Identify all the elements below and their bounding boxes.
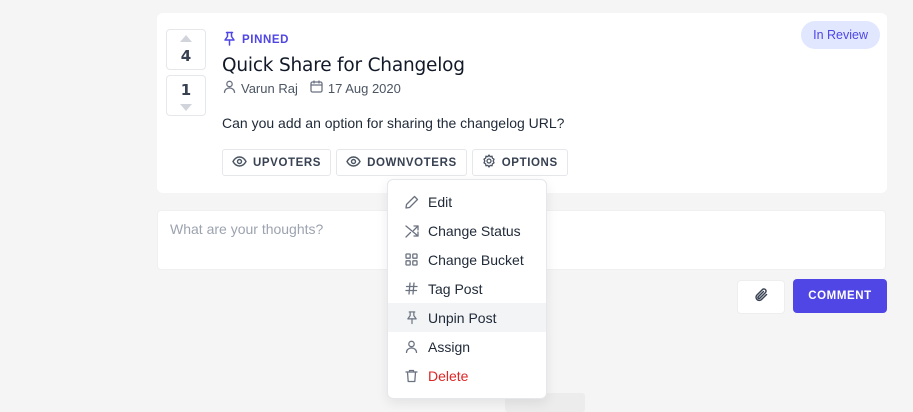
downvote-button[interactable]: 1 — [166, 75, 206, 116]
menu-item-label: Change Bucket — [428, 251, 524, 268]
menu-item-tag-post[interactable]: Tag Post — [388, 274, 546, 303]
post-meta: Varun Raj 17 Aug 2020 — [223, 80, 413, 96]
upvoters-label: UPVOTERS — [253, 156, 322, 169]
menu-item-delete[interactable]: Delete — [388, 361, 546, 390]
pin-icon — [404, 310, 419, 325]
calendar-icon — [310, 80, 323, 96]
pin-icon — [223, 31, 236, 49]
pencil-icon — [404, 194, 419, 209]
menu-item-label: Unpin Post — [428, 309, 497, 326]
downvoters-label: DOWNVOTERS — [367, 156, 457, 169]
post-action-bar: UPVOTERS DOWNVOTERS OPTIONS — [222, 149, 568, 176]
triangle-down-icon — [180, 103, 192, 111]
comment-submit-button[interactable]: COMMENT — [793, 279, 887, 313]
triangle-up-icon — [180, 34, 192, 42]
shuffle-icon — [404, 223, 419, 238]
post-date: 17 Aug 2020 — [327, 80, 401, 96]
menu-item-label: Tag Post — [428, 280, 483, 297]
post-card: 4 1 PINNED Quick Share for Changelog Var… — [157, 13, 887, 193]
status-badge[interactable]: In Review — [801, 21, 880, 49]
post-body: Can you add an option for sharing the ch… — [222, 115, 565, 131]
downvote-count: 1 — [180, 80, 192, 99]
upvoters-button[interactable]: UPVOTERS — [222, 149, 332, 176]
options-button[interactable]: OPTIONS — [471, 149, 568, 176]
menu-item-label: Assign — [428, 338, 471, 355]
user-icon — [223, 80, 236, 96]
eye-icon — [232, 155, 247, 170]
options-dropdown: Edit Change Status Change Bucket Tag Pos… — [387, 179, 547, 399]
user-icon — [404, 339, 419, 354]
author-meta: Varun Raj — [223, 80, 298, 96]
date-meta: 17 Aug 2020 — [310, 80, 401, 96]
options-label: OPTIONS — [501, 156, 558, 169]
pinned-label: PINNED — [223, 31, 289, 49]
paperclip-icon — [754, 287, 769, 308]
menu-item-change-status[interactable]: Change Status — [388, 216, 546, 245]
eye-icon — [346, 155, 361, 170]
menu-item-change-bucket[interactable]: Change Bucket — [388, 245, 546, 274]
post-title[interactable]: Quick Share for Changelog — [222, 55, 465, 76]
upvote-button[interactable]: 4 — [166, 29, 206, 70]
author-name[interactable]: Varun Raj — [241, 81, 298, 96]
grid-icon — [404, 252, 419, 267]
pinned-text: PINNED — [242, 34, 290, 46]
gear-icon — [482, 154, 496, 171]
trash-icon — [404, 368, 419, 383]
upvote-count: 4 — [180, 46, 192, 65]
menu-item-edit[interactable]: Edit — [388, 187, 546, 216]
menu-item-label: Change Status — [428, 222, 521, 239]
hashtag-icon — [404, 281, 419, 296]
menu-item-label: Edit — [428, 193, 453, 210]
downvoters-button[interactable]: DOWNVOTERS — [336, 149, 467, 176]
menu-item-unpin-post[interactable]: Unpin Post — [388, 303, 546, 332]
menu-item-label: Delete — [428, 367, 469, 384]
menu-item-assign[interactable]: Assign — [388, 332, 546, 361]
attach-button[interactable] — [737, 280, 785, 314]
